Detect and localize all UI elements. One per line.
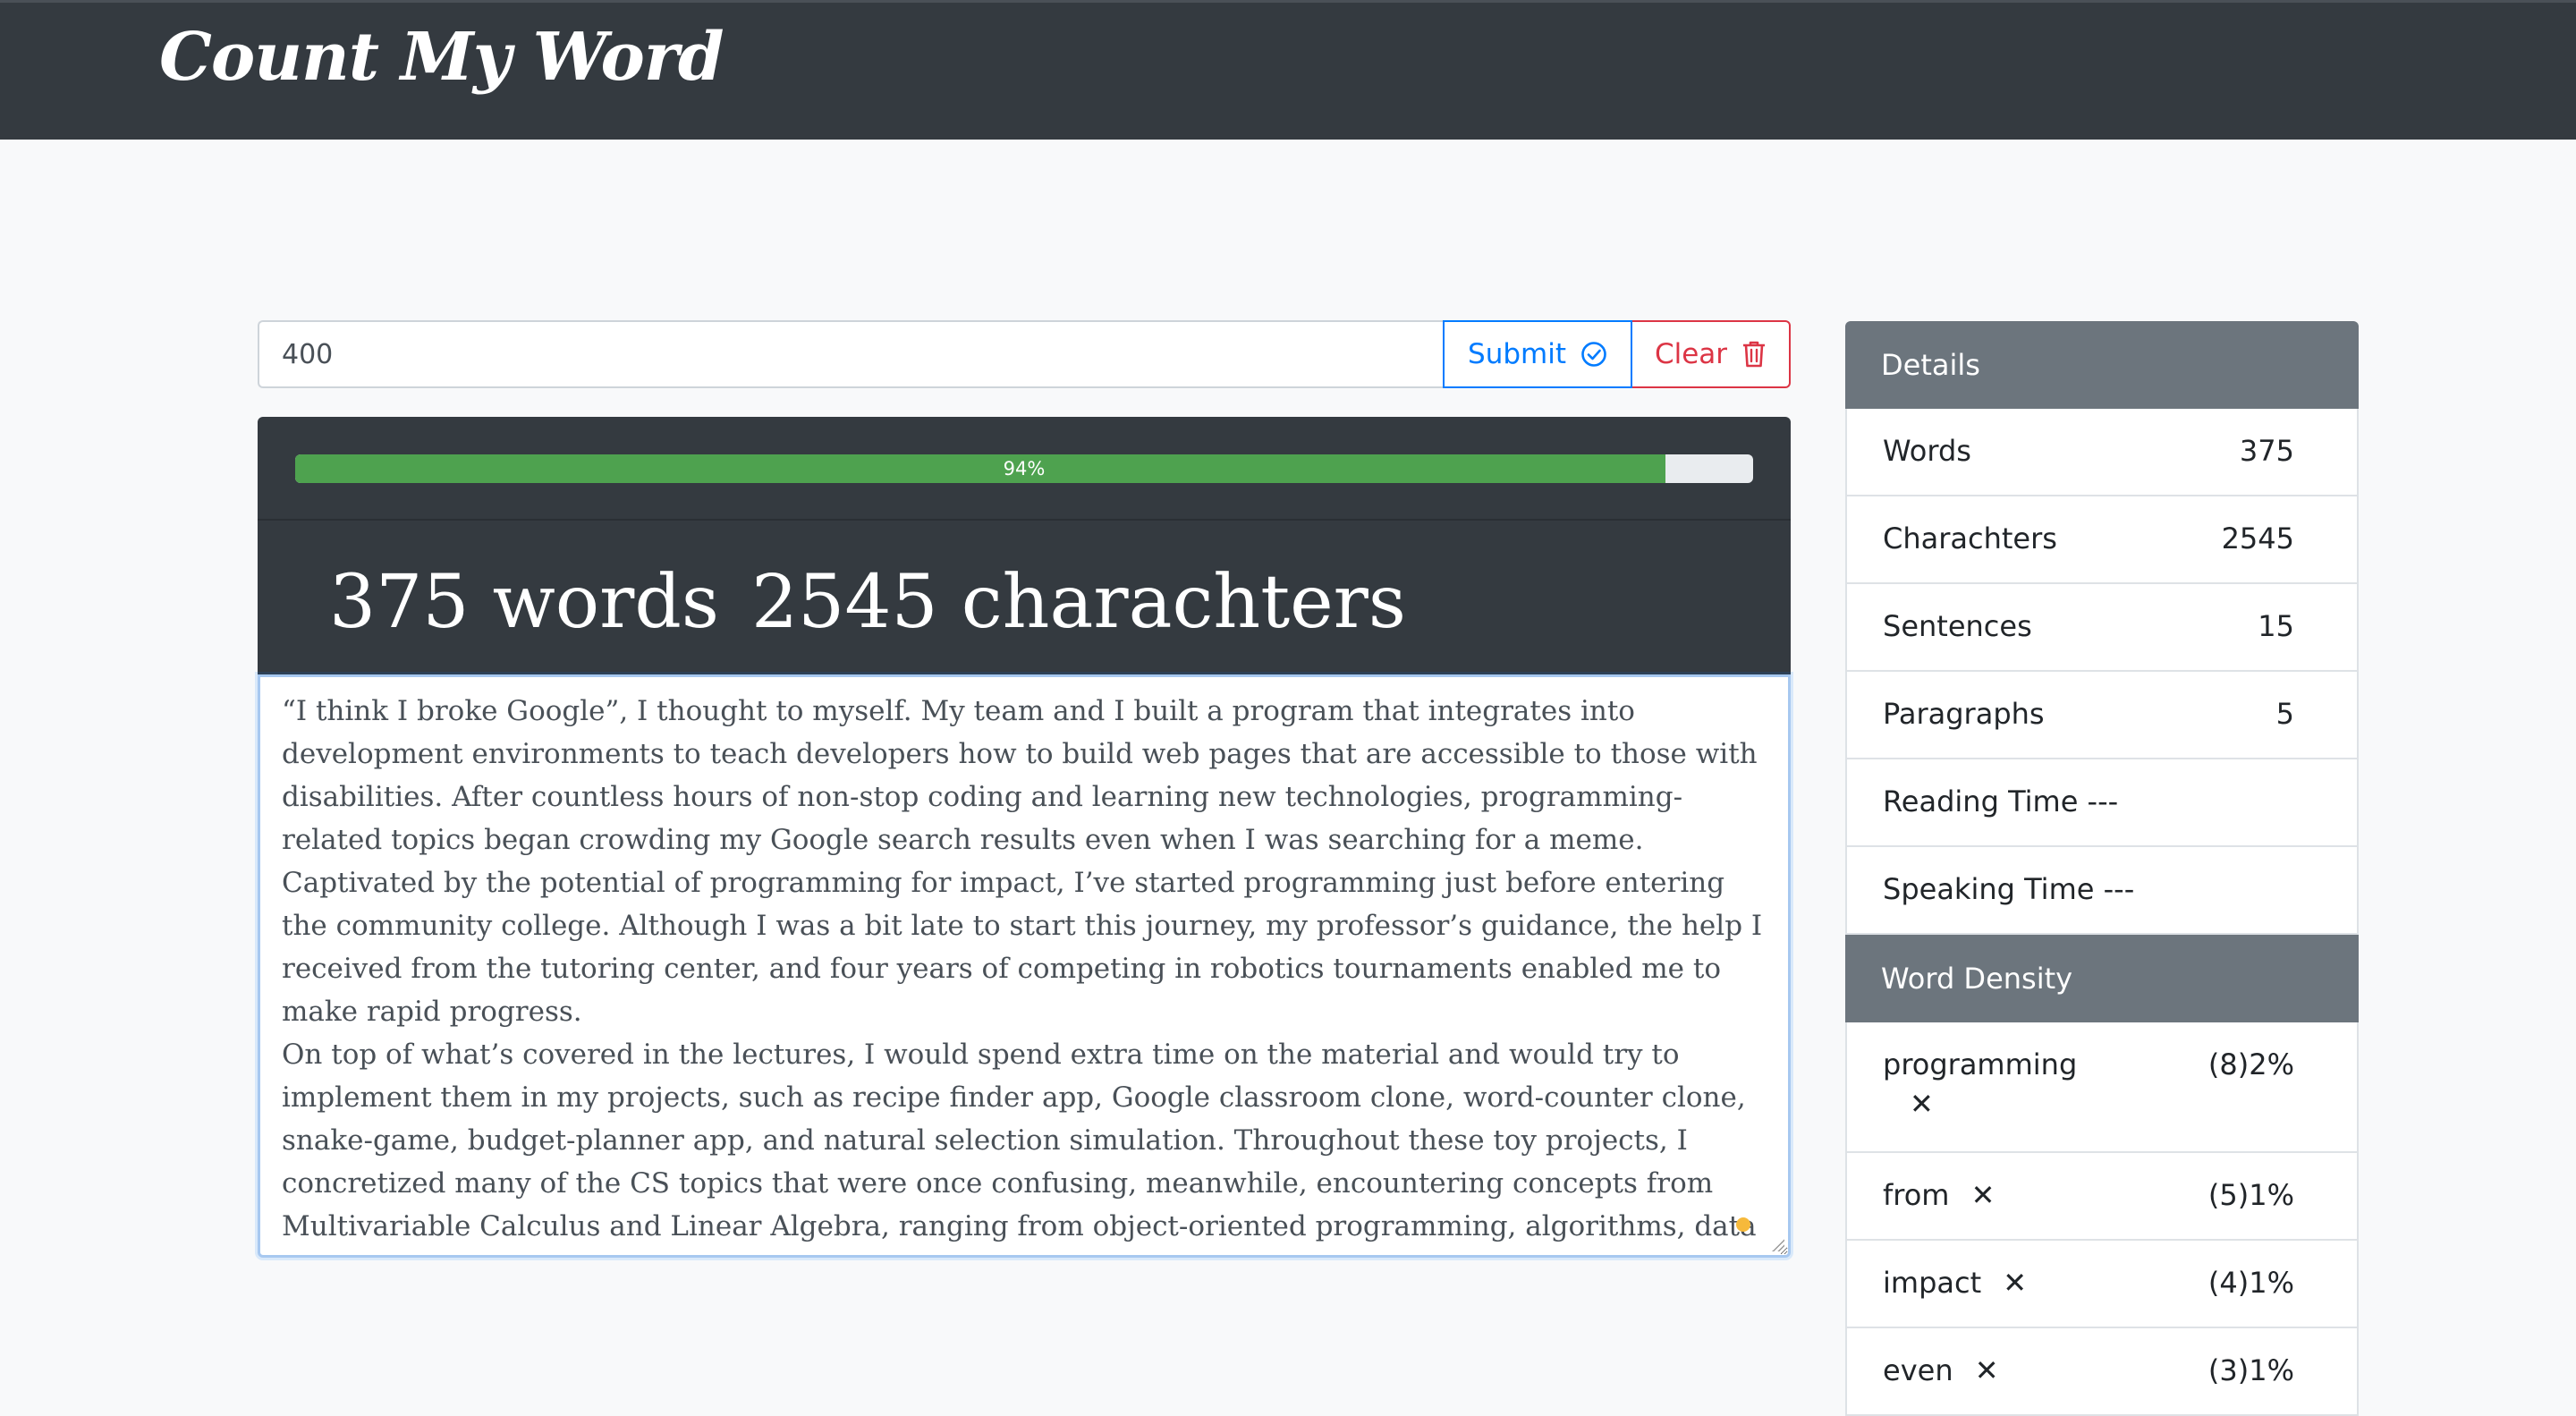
detail-row-sentences: Sentences 15 [1845, 584, 2359, 672]
density-word-group: programming ✕ [1883, 1047, 2077, 1121]
detail-row-words: Words 375 [1845, 409, 2359, 496]
limit-input-group: Submit Clear [258, 320, 1791, 388]
progress-label: 94% [1003, 458, 1046, 479]
detail-row-characters: Charachters 2545 [1845, 496, 2359, 584]
detail-label: Speaking Time --- [1883, 872, 2135, 906]
word-density-header: Word Density [1845, 935, 2359, 1022]
density-row: programming ✕ (8)2% [1845, 1022, 2359, 1153]
close-x-icon[interactable]: ✕ [1910, 1087, 1934, 1121]
detail-value: 5 [2275, 697, 2294, 731]
close-x-icon[interactable]: ✕ [2003, 1266, 2027, 1300]
stats-panel: 375 words 2545 charachters [258, 521, 1791, 674]
detail-label: Charachters [1883, 521, 2057, 555]
detail-value: 15 [2258, 609, 2294, 643]
resize-handle[interactable] [1772, 1239, 1784, 1251]
clear-label: Clear [1654, 338, 1728, 370]
detail-row-reading-time: Reading Time --- [1845, 759, 2359, 847]
density-row: impact ✕ (4)1% [1845, 1241, 2359, 1328]
details-header: Details [1845, 321, 2359, 409]
text-editor[interactable]: “I think I broke Google”, I thought to m… [258, 674, 1791, 1258]
density-percent: (3)1% [2207, 1353, 2294, 1387]
word-count-display: 375 words [329, 560, 719, 645]
editor-paragraph: On top of what’s covered in the lectures… [282, 1039, 1757, 1255]
detail-value: 2545 [2221, 521, 2294, 555]
detail-label: Paragraphs [1883, 697, 2045, 731]
trash-icon [1743, 341, 1766, 368]
check-circle-icon [1581, 342, 1606, 367]
density-word-group: impact ✕ [1883, 1266, 2027, 1300]
density-word: even [1883, 1353, 1953, 1387]
density-percent: (4)1% [2207, 1266, 2294, 1300]
submit-label: Submit [1468, 338, 1566, 370]
word-limit-input[interactable] [258, 320, 1443, 388]
density-row: from ✕ (5)1% [1845, 1153, 2359, 1241]
close-x-icon[interactable]: ✕ [1971, 1178, 1996, 1212]
submit-button[interactable]: Submit [1443, 320, 1632, 388]
editor-paragraph: “I think I broke Google”, I thought to m… [282, 695, 1758, 856]
grammar-assistant-icon[interactable] [1736, 1217, 1750, 1232]
density-word: programming [1883, 1047, 2078, 1081]
density-word-group: from ✕ [1883, 1178, 1995, 1212]
progress-panel: 94% [258, 417, 1791, 521]
density-word: from [1883, 1178, 1950, 1212]
editor-paragraph: Captivated by the potential of programmi… [282, 867, 1763, 1028]
brand-logo[interactable]: Count My Word [159, 19, 724, 96]
character-count-display: 2545 charachters [751, 560, 1406, 645]
clear-button[interactable]: Clear [1632, 320, 1791, 388]
navbar: Count My Word [0, 0, 2576, 140]
detail-row-paragraphs: Paragraphs 5 [1845, 672, 2359, 759]
close-x-icon[interactable]: ✕ [1975, 1353, 1999, 1387]
detail-label: Reading Time --- [1883, 784, 2119, 818]
density-row: even ✕ (3)1% [1845, 1328, 2359, 1416]
detail-row-speaking-time: Speaking Time --- [1845, 847, 2359, 935]
density-percent: (5)1% [2207, 1178, 2294, 1212]
sidebar: Details Words 375 Charachters 2545 Sente… [1845, 321, 2359, 1416]
density-word: impact [1883, 1266, 1982, 1300]
density-percent: (8)2% [2207, 1047, 2294, 1081]
progress-bar: 94% [295, 454, 1753, 483]
detail-value: 375 [2239, 434, 2294, 468]
density-word-group: even ✕ [1883, 1353, 1999, 1387]
detail-label: Sentences [1883, 609, 2032, 643]
detail-label: Words [1883, 434, 1971, 468]
